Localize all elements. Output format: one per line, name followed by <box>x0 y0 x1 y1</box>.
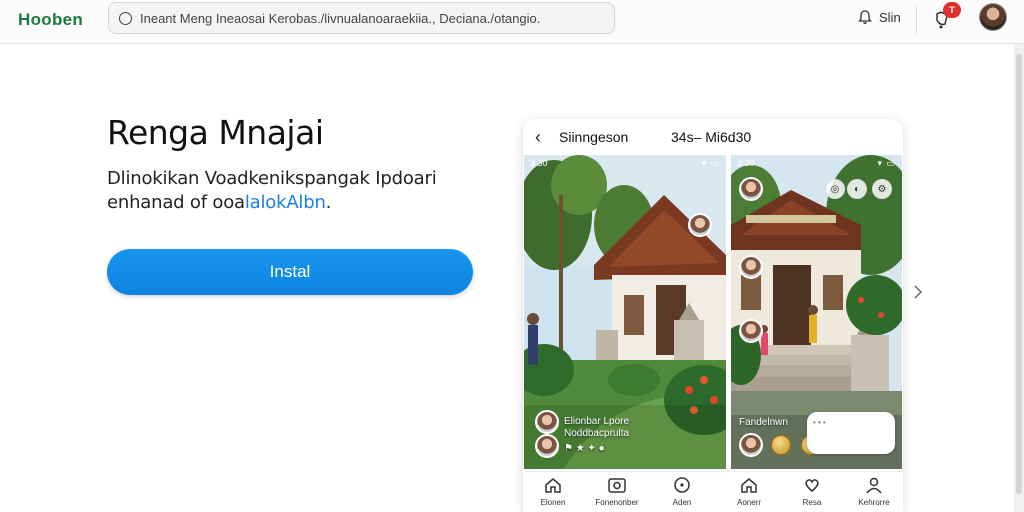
commenter-avatar[interactable] <box>535 410 559 434</box>
preview-time: 34s– Mi6d30 <box>671 129 752 145</box>
tab-camera[interactable]: Fonenonber <box>587 476 647 507</box>
bell-icon <box>858 10 872 24</box>
tab-explore[interactable]: Aden <box>652 476 712 507</box>
coin-icon <box>771 435 791 455</box>
notification-button[interactable]: T <box>931 2 961 32</box>
notification-badge: T <box>943 2 961 18</box>
install-button[interactable]: Instal <box>107 249 473 295</box>
preview-header: ‹ Siinngeson 34s– Mi6d30 <box>523 119 903 154</box>
camera-icon <box>608 478 626 493</box>
site-logo[interactable]: Hooben <box>18 10 83 30</box>
filter-button[interactable]: ◎ <box>825 179 845 199</box>
preview-tab-bar: Elonen Fonenonber Aden Aonerr Resa Kehro… <box>523 471 903 512</box>
sign-in-label: Slin <box>879 9 901 25</box>
tab-home-2[interactable]: Aonerr <box>719 476 779 507</box>
header-divider <box>916 6 917 34</box>
sign-in-button[interactable]: Slin <box>857 9 901 25</box>
scrollbar-thumb[interactable] <box>1016 54 1022 494</box>
post-caption: Fandelnwn <box>739 417 788 428</box>
post-caption: Elionbar Lpore Noddbacprulta <box>564 416 630 439</box>
heart-icon <box>805 479 819 492</box>
description-text: enhanad of ooa <box>107 192 245 213</box>
effects-button[interactable]: ◐ <box>847 179 867 199</box>
back-arrow-icon[interactable]: ‹ <box>535 127 541 148</box>
page-title: Renga Mnajai <box>107 113 324 152</box>
page-scrollbar[interactable] <box>1014 44 1024 512</box>
tab-favorites[interactable]: Resa <box>782 476 842 507</box>
top-bar: Hooben Ineant Meng Ineaosai Kerobas./liv… <box>0 0 1024 44</box>
status-bar: 3:30 ▾ ▭ <box>530 158 720 168</box>
profile-icon <box>866 477 882 494</box>
status-bar: 3:30 ▾ ▭ <box>737 158 896 168</box>
compass-icon <box>674 477 690 493</box>
commenter-avatar[interactable] <box>535 434 559 458</box>
app-preview: ‹ Siinngeson 34s– Mi6d30 3:30 ▾ ▭ Elionb… <box>523 119 903 512</box>
preview-title: Siinngeson <box>559 129 629 145</box>
description-period: . <box>325 192 332 213</box>
tab-profile[interactable]: Kehrorre <box>844 476 903 507</box>
description-line-2: enhanad of ooalalokAlbn. <box>107 192 331 213</box>
reaction-icons: ⚑ ★ ✦ ● <box>564 443 605 454</box>
story-avatar[interactable] <box>739 177 763 201</box>
story-avatar[interactable] <box>739 255 763 279</box>
address-bar[interactable]: Ineant Meng Ineaosai Kerobas./livnualano… <box>108 2 615 34</box>
search-icon <box>119 11 132 25</box>
description-line-1: Dlinokikan Voadkenikspangak Ipdoari <box>107 168 437 189</box>
description-link[interactable]: lalokAlbn <box>245 192 326 213</box>
user-avatar[interactable] <box>979 3 1007 31</box>
address-text: Ineant Meng Ineaosai Kerobas./livnualano… <box>140 10 541 26</box>
home-icon <box>741 478 757 493</box>
preview-screenshot-2[interactable]: 3:30 ▾ ▭ ◎ ◐ ⚙ Fandelnwn • • • <box>731 155 902 469</box>
home-icon <box>545 478 561 493</box>
tab-home[interactable]: Elonen <box>523 476 583 507</box>
comment-bubble[interactable]: • • • <box>807 412 895 454</box>
next-arrow-icon[interactable] <box>913 284 923 300</box>
preview-screenshot-1[interactable]: 3:30 ▾ ▭ Elionbar Lpore Noddbacprulta ⚑ ★… <box>524 155 726 469</box>
story-avatar[interactable] <box>688 213 712 237</box>
settings-button[interactable]: ⚙ <box>872 179 892 199</box>
story-avatar[interactable] <box>739 319 763 343</box>
commenter-avatar[interactable] <box>739 433 763 457</box>
